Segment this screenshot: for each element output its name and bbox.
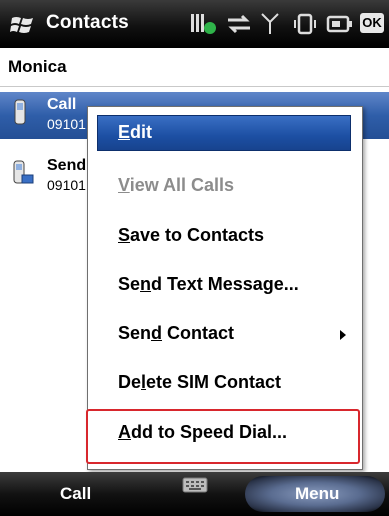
menu-item-label: View All Calls	[118, 175, 235, 195]
contact-header: Monica	[0, 48, 389, 87]
data-connection-icon[interactable]	[226, 12, 252, 36]
submenu-arrow-icon	[340, 330, 346, 340]
contact-name: Monica	[8, 57, 67, 76]
menu-item-label: Delete SIM Contact	[118, 372, 282, 392]
menu-item-delete-sim-contact[interactable]: Delete SIM Contact	[88, 360, 362, 406]
menu-item-label: Send Contact	[118, 323, 235, 343]
title-bar: Contacts OK	[0, 0, 389, 48]
menu-item-edit[interactable]: Edit	[97, 115, 351, 151]
battery-status-icon[interactable]	[190, 12, 218, 36]
vibrate-icon[interactable]	[292, 12, 318, 36]
menu-item-view-all-calls[interactable]: View All Calls	[88, 163, 362, 209]
menu-item-save-to-contacts[interactable]: Save to Contacts	[88, 213, 362, 259]
ok-button[interactable]: OK	[360, 13, 384, 33]
keyboard-icon[interactable]	[182, 476, 208, 496]
left-softkey-call[interactable]: Call	[60, 484, 91, 504]
sms-icon	[13, 160, 34, 184]
menu-item-add-to-speed-dial[interactable]: Add to Speed Dial...	[88, 410, 362, 456]
context-menu: Edit View All Calls Save to Contacts Sen…	[87, 106, 363, 470]
right-softkey-menu[interactable]: Menu	[245, 476, 385, 512]
menu-item-send-text-message[interactable]: Send Text Message...	[88, 262, 362, 308]
menu-item-label: Edit	[118, 122, 153, 142]
list-item-number: 09101	[47, 116, 86, 132]
list-item-title: Send	[47, 157, 87, 174]
menu-item-send-contact[interactable]: Send Contact	[88, 311, 362, 357]
signal-icon[interactable]	[260, 12, 280, 36]
list-item-number: 09101	[47, 177, 86, 193]
menu-item-label: Send Text Message...	[118, 274, 299, 294]
menu-softkey-label: Menu	[295, 484, 340, 503]
windows-logo-icon[interactable]	[10, 14, 36, 36]
battery-icon[interactable]	[326, 12, 354, 36]
app-title: Contacts	[46, 12, 129, 33]
softkey-bar: Call Menu	[0, 472, 389, 516]
list-item-title: Call	[47, 96, 77, 113]
menu-item-label: Add to Speed Dial...	[118, 422, 288, 442]
phone-icon	[14, 99, 26, 125]
menu-item-label: Save to Contacts	[118, 225, 265, 245]
